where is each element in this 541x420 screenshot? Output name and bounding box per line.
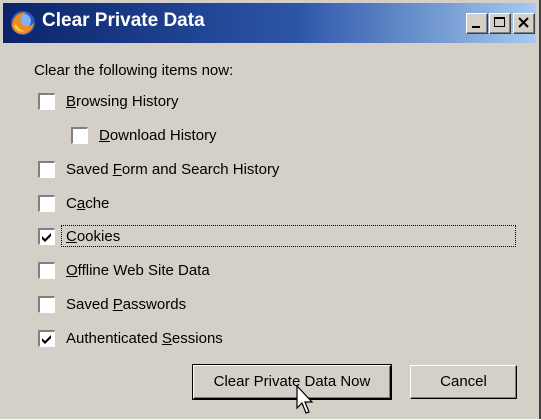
- close-icon: [518, 17, 529, 28]
- title-bar[interactable]: Clear Private Data: [3, 3, 536, 43]
- clear-private-data-now-button[interactable]: Clear Private Data Now: [192, 364, 392, 400]
- maximize-icon: [494, 17, 505, 27]
- saved-form-history-checkbox[interactable]: [38, 161, 55, 178]
- maximize-button[interactable]: [489, 13, 511, 34]
- browsing-history-checkbox[interactable]: [38, 93, 55, 110]
- cookies-checkbox[interactable]: [38, 228, 55, 245]
- firefox-icon: [9, 9, 37, 37]
- download-history-checkbox[interactable]: [71, 127, 88, 144]
- saved-passwords-label[interactable]: Saved Passwords: [66, 295, 186, 315]
- cache-checkbox[interactable]: [38, 195, 55, 212]
- authenticated-sessions-label[interactable]: Authenticated Sessions: [66, 329, 223, 349]
- close-button[interactable]: [513, 13, 535, 34]
- browsing-history-label[interactable]: Browsing History: [66, 92, 179, 112]
- checkmark-icon: [42, 233, 51, 242]
- offline-data-checkbox[interactable]: [38, 262, 55, 279]
- minimize-icon: [472, 26, 480, 28]
- download-history-label[interactable]: Download History: [99, 126, 217, 146]
- saved-passwords-checkbox[interactable]: [38, 296, 55, 313]
- clear-private-data-dialog: Clear Private Data Clear the following i…: [0, 0, 541, 419]
- cookies-label[interactable]: Cookies: [66, 227, 120, 247]
- focus-indicator: [61, 225, 516, 247]
- checkmark-icon: [42, 335, 51, 344]
- offline-data-label[interactable]: Offline Web Site Data: [66, 261, 210, 281]
- minimize-button[interactable]: [466, 13, 488, 34]
- saved-form-history-label[interactable]: Saved Form and Search History: [66, 160, 279, 180]
- cache-label[interactable]: Cache: [66, 194, 109, 214]
- arrow-pointer-icon: [296, 384, 316, 420]
- window-title: Clear Private Data: [42, 10, 205, 31]
- authenticated-sessions-checkbox[interactable]: [38, 330, 55, 347]
- intro-label: Clear the following items now:: [34, 62, 234, 79]
- cancel-button[interactable]: Cancel: [410, 365, 517, 399]
